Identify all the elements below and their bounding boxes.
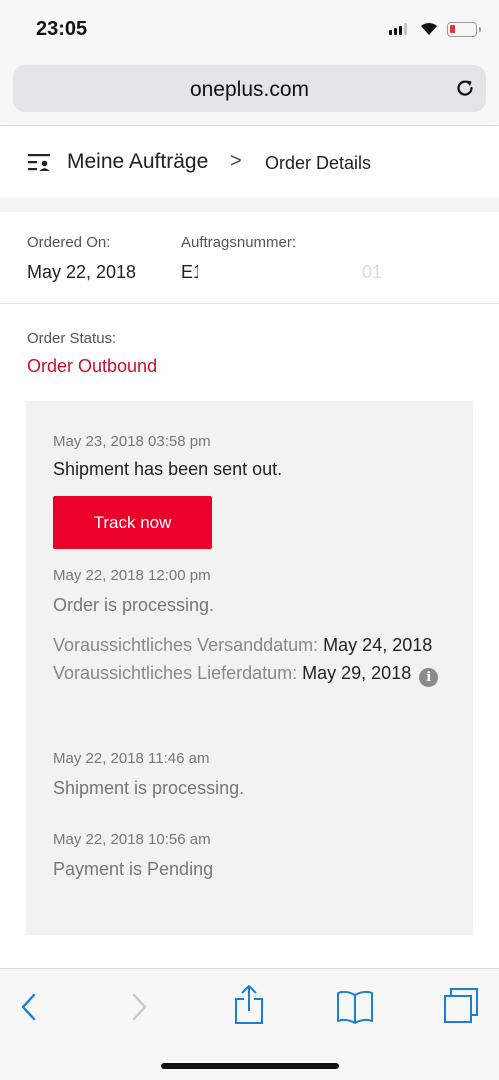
clock: 23:05: [36, 18, 88, 40]
timeline-message: Shipment is processing.: [53, 778, 245, 798]
shipping-date-value: May 24, 2018: [323, 635, 433, 655]
order-timeline: May 23, 2018 03:58 pm Shipment has been …: [26, 401, 473, 935]
timeline-timestamp: May 22, 2018 11:46 am: [53, 750, 210, 767]
forward-icon[interactable]: [128, 987, 150, 1027]
estimated-dates: Voraussichtliches Versanddatum: May 24, …: [53, 631, 448, 687]
order-status-label: Order Status:: [27, 330, 117, 347]
reload-icon[interactable]: [454, 77, 476, 99]
breadcrumb-order-details: Order Details: [265, 153, 372, 173]
cellular-signal-icon: [389, 23, 407, 35]
info-icon[interactable]: i: [419, 668, 439, 687]
order-number-suffix: 01: [362, 262, 383, 282]
ordered-on-label: Ordered On:: [27, 234, 111, 251]
url-text[interactable]: oneplus.com: [13, 78, 486, 102]
timeline-message: Shipment has been sent out.: [53, 459, 283, 479]
breadcrumb-separator: >: [230, 150, 242, 172]
timeline-timestamp: May 22, 2018 12:00 pm: [53, 567, 211, 584]
timeline-message: Order is processing.: [53, 595, 215, 615]
battery-icon: [447, 22, 481, 37]
timeline-message: Payment is Pending: [53, 859, 214, 879]
order-number-label: Auftragsnummer:: [181, 234, 297, 251]
tabs-icon[interactable]: [442, 987, 480, 1025]
order-list-icon[interactable]: [28, 154, 50, 172]
order-number-redaction: [198, 258, 370, 284]
order-status-value: Order Outbound: [27, 356, 158, 376]
timeline-timestamp: May 22, 2018 10:56 am: [53, 831, 211, 848]
status-bar: 23:05: [0, 0, 499, 60]
ordered-on-value: May 22, 2018: [27, 262, 137, 282]
address-bar-area: oneplus.com: [0, 60, 499, 126]
timeline-timestamp: May 23, 2018 03:58 pm: [53, 433, 211, 450]
delivery-date-value: May 29, 2018: [302, 663, 412, 683]
back-icon[interactable]: [18, 987, 40, 1027]
wifi-icon: [421, 22, 437, 35]
breadcrumb: Meine Aufträge > Order Details: [0, 126, 499, 198]
address-bar[interactable]: oneplus.com: [13, 65, 486, 112]
section-divider-band: [0, 198, 499, 212]
bookmarks-icon[interactable]: [336, 989, 374, 1025]
divider: [0, 303, 499, 304]
track-now-button[interactable]: Track now: [53, 496, 212, 549]
breadcrumb-my-orders[interactable]: Meine Aufträge: [67, 150, 208, 174]
share-icon[interactable]: [233, 983, 265, 1027]
delivery-date-label: Voraussichtliches Lieferdatum:: [53, 663, 298, 683]
shipping-date-label: Voraussichtliches Versanddatum:: [53, 635, 319, 655]
home-indicator[interactable]: [161, 1063, 339, 1069]
